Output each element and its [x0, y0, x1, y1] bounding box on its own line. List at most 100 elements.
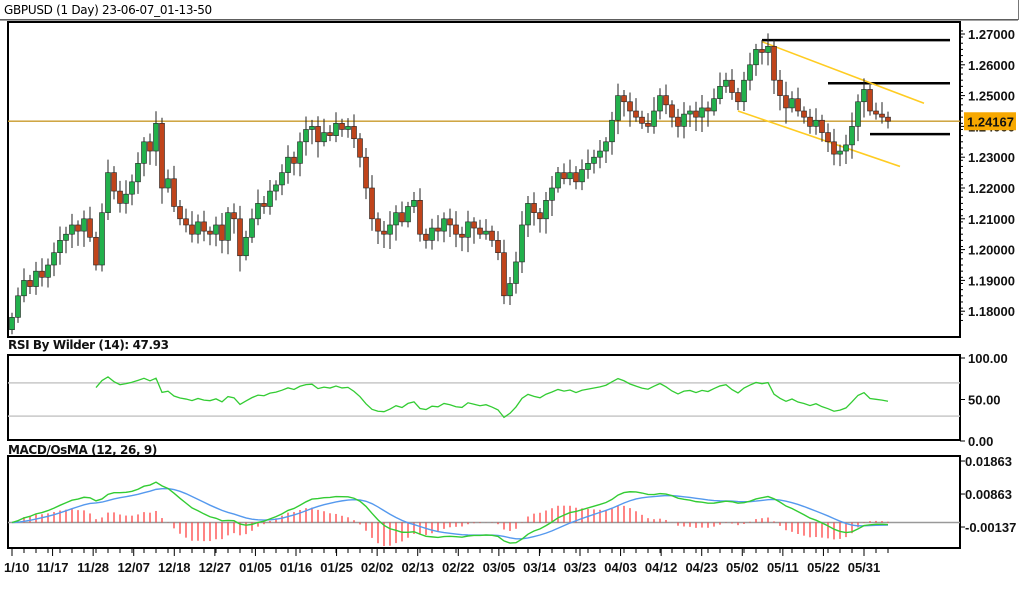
candle — [561, 172, 567, 180]
macd-tick-label: -0.00137 — [965, 520, 1016, 535]
candle — [201, 221, 207, 232]
candle — [51, 252, 57, 266]
candle — [657, 95, 663, 112]
candle — [369, 187, 375, 220]
candle — [471, 221, 477, 229]
candle — [249, 218, 255, 238]
candle — [315, 126, 321, 143]
candle — [855, 101, 861, 127]
candle — [819, 119, 825, 133]
candle — [645, 123, 651, 127]
price-tick-label: 1.25000 — [968, 89, 1015, 104]
candle — [207, 230, 213, 235]
candle — [579, 169, 585, 183]
time-tick-label: 12/27 — [199, 560, 232, 575]
rsi-tick-label: 50.00 — [968, 393, 1001, 408]
candle — [465, 221, 471, 238]
candle — [765, 46, 771, 53]
candle — [27, 280, 33, 287]
candle — [525, 203, 531, 226]
macd-tick-label: 0.00863 — [965, 487, 1012, 502]
candle — [669, 104, 675, 118]
candle — [495, 240, 501, 253]
candle — [165, 178, 171, 189]
candle — [735, 92, 741, 103]
candle — [885, 116, 891, 122]
candle — [873, 110, 879, 115]
candle — [831, 141, 837, 155]
time-tick-label: 1/10 — [4, 560, 29, 575]
candle — [309, 126, 315, 130]
candle — [237, 218, 243, 257]
rsi-tick-label: 100.00 — [968, 351, 1008, 366]
candle — [801, 110, 807, 118]
candle — [339, 123, 345, 130]
candle — [171, 178, 177, 207]
candle — [345, 126, 351, 130]
candle — [423, 233, 429, 241]
time-tick-label: 03/05 — [483, 560, 516, 575]
time-tick-label: 04/12 — [645, 560, 678, 575]
candle — [543, 200, 549, 220]
candle — [771, 46, 777, 81]
candle — [723, 79, 729, 87]
candle — [117, 190, 123, 204]
candle — [243, 236, 249, 257]
candle — [753, 49, 759, 66]
candle — [825, 132, 831, 143]
candle — [585, 163, 591, 170]
candle — [453, 224, 459, 235]
candle — [387, 224, 393, 235]
candle — [759, 49, 765, 53]
candle — [531, 203, 537, 213]
candle — [255, 203, 261, 220]
candle — [393, 212, 399, 226]
candle — [411, 200, 417, 207]
time-tick-label: 05/11 — [767, 560, 799, 575]
candle — [21, 280, 27, 297]
candle — [603, 141, 609, 152]
candle — [147, 141, 153, 152]
candle — [87, 218, 93, 238]
candle — [279, 172, 285, 186]
time-tick-label: 03/23 — [564, 560, 597, 575]
candle — [39, 270, 45, 278]
price-panel — [7, 21, 961, 338]
candle — [591, 156, 597, 164]
time-tick-label: 04/03 — [604, 560, 637, 575]
candle — [549, 187, 555, 201]
time-tick-label: 03/14 — [523, 560, 556, 575]
candle — [375, 218, 381, 232]
candle — [717, 86, 723, 99]
candle — [459, 233, 465, 238]
candle — [741, 79, 747, 103]
candle — [405, 206, 411, 223]
time-tick-label: 01/05 — [239, 560, 272, 575]
candle — [615, 95, 621, 121]
macd-tick-label: 0.01863 — [965, 454, 1012, 469]
candle — [189, 224, 195, 235]
candle — [501, 252, 507, 297]
candle — [519, 224, 525, 263]
candle — [651, 110, 657, 127]
chart-canvas[interactable]: 1.270001.260001.250001.240001.230001.220… — [0, 0, 1024, 605]
candle — [633, 110, 639, 118]
candle — [81, 218, 87, 232]
candle — [159, 123, 165, 189]
candle — [699, 107, 705, 118]
candle — [867, 89, 873, 112]
candle — [129, 181, 135, 195]
candle — [63, 233, 69, 241]
candle — [807, 116, 813, 127]
current-price-label: 1.24167 — [967, 114, 1014, 129]
time-tick-label: 12/07 — [117, 560, 150, 575]
candle — [123, 193, 129, 204]
candle — [57, 240, 63, 253]
candle — [303, 129, 309, 143]
candle — [231, 212, 237, 220]
candle — [351, 126, 357, 140]
candle — [15, 295, 21, 318]
candle — [789, 98, 795, 109]
candle — [783, 95, 789, 109]
candle — [297, 141, 303, 164]
